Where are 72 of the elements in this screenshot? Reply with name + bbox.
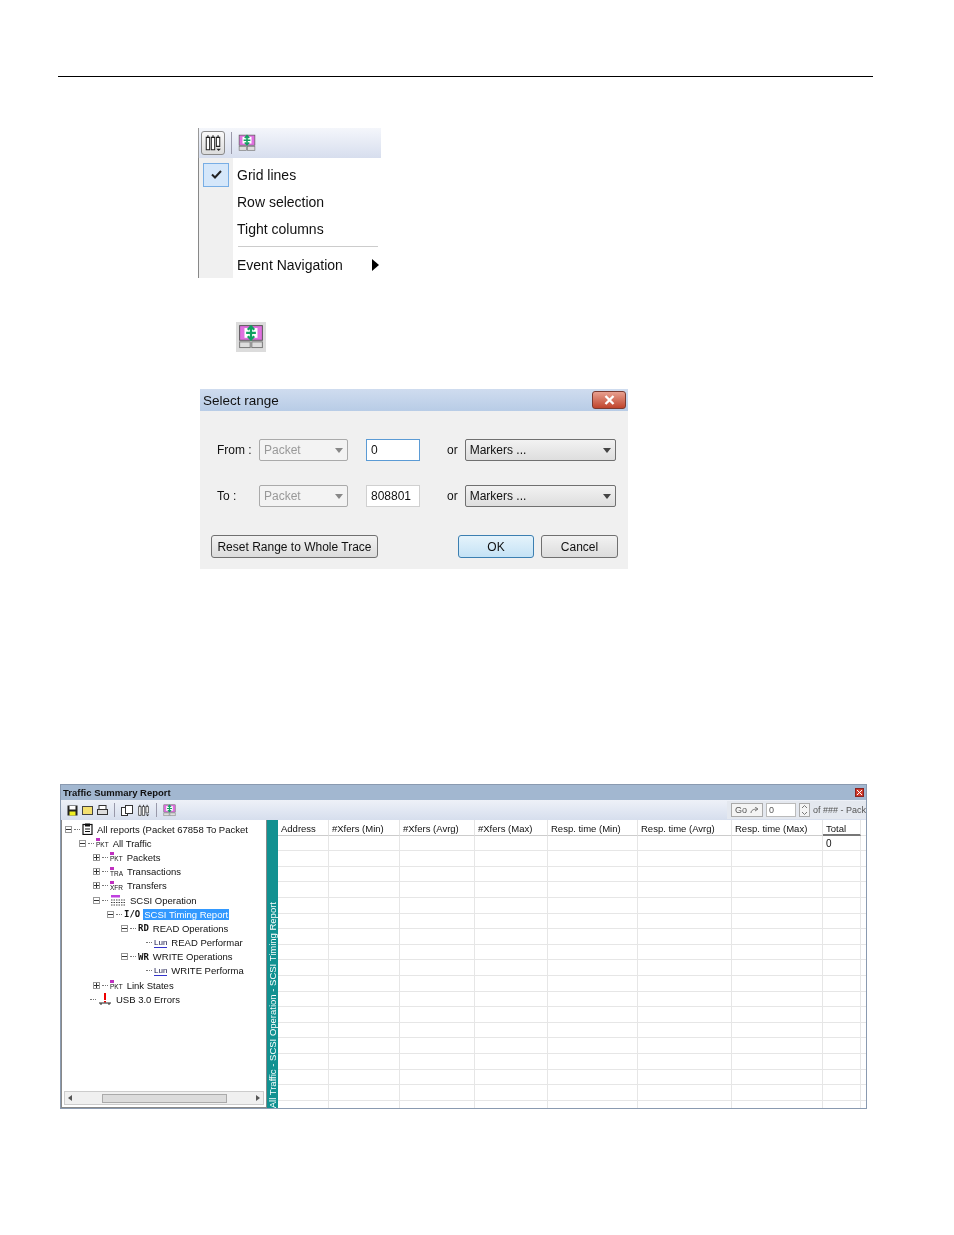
error-icon: [98, 993, 112, 1006]
dialog-button[interactable]: Cancel: [541, 535, 618, 558]
columns-icon: [204, 134, 222, 152]
tree-item[interactable]: READ Performar: [170, 937, 244, 949]
close-button[interactable]: [592, 391, 626, 409]
range-icon: [238, 324, 264, 350]
field-label: To :: [217, 489, 238, 503]
number-input[interactable]: 0: [366, 439, 420, 461]
tree-item[interactable]: USB 3.0 Errors: [115, 993, 181, 1005]
expand-toggle[interactable]: [93, 882, 100, 890]
path-label: All Traffic - SCSI Operation - SCSI Timing Report: [267, 901, 278, 1108]
envelope-icon[interactable]: [82, 805, 93, 815]
expand-toggle[interactable]: [93, 868, 100, 876]
type-label: RD: [138, 923, 149, 934]
submenu-arrow-icon: [372, 259, 379, 271]
lun-label: Lun: [154, 965, 168, 976]
packet-input[interactable]: 0: [765, 803, 796, 817]
tree-item[interactable]: Link States: [125, 979, 175, 991]
or-label: or: [447, 443, 458, 457]
arrow-icon: [749, 806, 759, 814]
collapse-toggle[interactable]: [65, 825, 72, 833]
print-icon[interactable]: [97, 804, 108, 816]
tree-item[interactable]: All Traffic: [111, 837, 153, 849]
collapse-toggle[interactable]: [107, 910, 114, 918]
markers-dropdown[interactable]: Markers ...: [464, 439, 616, 461]
expand-toggle[interactable]: [93, 981, 100, 989]
packet-count-label: of ### - Pack: [812, 805, 866, 815]
close-icon: [857, 790, 862, 795]
save-icon[interactable]: [67, 804, 78, 816]
close-button[interactable]: [855, 788, 864, 797]
expand-toggle[interactable]: [93, 853, 100, 861]
tree-item[interactable]: READ Operations: [151, 922, 230, 934]
tree-item[interactable]: Transfers: [126, 880, 168, 892]
dialog-button[interactable]: Reset Range to Whole Trace: [211, 535, 378, 558]
type-label: WR: [138, 951, 149, 962]
horizontal-scrollbar[interactable]: [64, 1091, 264, 1105]
menu-item[interactable]: Row selection: [237, 193, 325, 210]
collapse-toggle[interactable]: [121, 953, 128, 961]
dialog-title: Select range: [203, 392, 279, 408]
collapse-toggle[interactable]: [79, 839, 86, 847]
type-label: I/O: [124, 909, 141, 920]
tree-item[interactable]: All reports (Packet 67858 To Packet: [96, 823, 249, 835]
table-cell-text: 0: [825, 836, 833, 851]
scroll-right-icon[interactable]: [256, 1095, 260, 1101]
tree-item[interactable]: Packets: [125, 851, 162, 863]
window-title: Traffic Summary Report: [63, 787, 171, 798]
field-label: From :: [217, 443, 253, 457]
scsi-icon: [110, 894, 126, 906]
tree-item[interactable]: Transactions: [126, 866, 183, 878]
lun-label: Lun: [154, 937, 168, 948]
markers-dropdown[interactable]: Markers ...: [464, 485, 616, 507]
column-options-button[interactable]: [201, 131, 225, 155]
copy-icon[interactable]: [121, 804, 133, 816]
number-input[interactable]: 808801: [366, 485, 420, 507]
tree-item[interactable]: WRITE Performa: [170, 965, 245, 977]
or-label: or: [447, 489, 458, 503]
clipboard-icon: [82, 823, 93, 836]
tree-item[interactable]: SCSI Operation: [129, 894, 198, 906]
spinner-icon[interactable]: [798, 803, 810, 817]
menu-item[interactable]: Tight columns: [237, 220, 324, 237]
scroll-left-icon[interactable]: [68, 1095, 72, 1101]
range-icon: [238, 134, 256, 152]
collapse-toggle[interactable]: [121, 924, 128, 932]
close-icon: [603, 395, 615, 405]
dialog-button[interactable]: OK: [458, 535, 534, 558]
menu-item[interactable]: Event Navigation: [237, 256, 343, 273]
menu-item[interactable]: Grid lines: [237, 166, 297, 183]
columns-icon[interactable]: [137, 803, 150, 817]
tree-item[interactable]: WRITE Operations: [151, 951, 234, 963]
collapse-toggle[interactable]: [93, 896, 100, 904]
go-button[interactable]: Go: [730, 803, 763, 817]
range-icon[interactable]: [163, 803, 176, 817]
